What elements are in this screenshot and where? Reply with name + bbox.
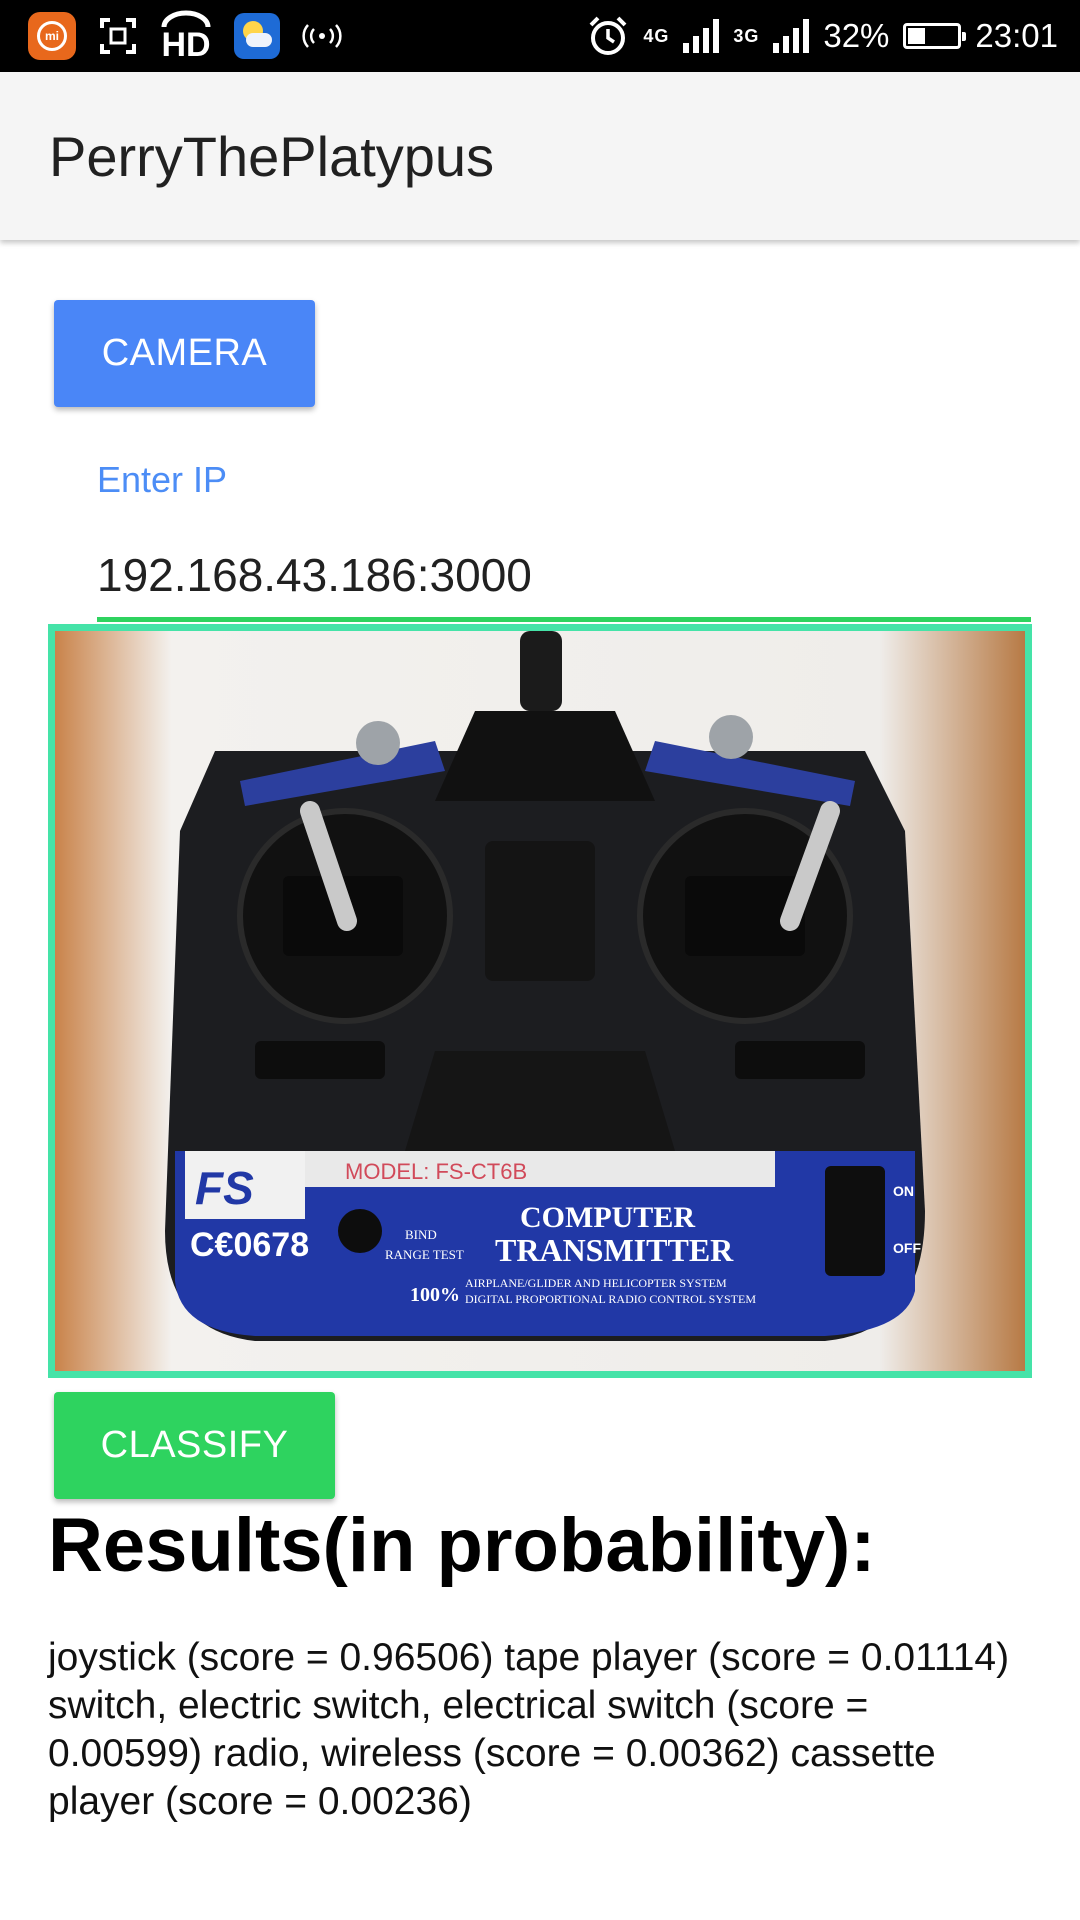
battery-fill: [908, 28, 926, 44]
signal-icon: [773, 19, 810, 53]
photo-percent-text: 100%: [410, 1284, 460, 1306]
photo-brand-text: FS: [195, 1162, 254, 1214]
photo-system-line1: AIRPLANE/GLIDER AND HELICOPTER SYSTEM: [465, 1276, 727, 1290]
status-bar-left: mi HD: [28, 10, 342, 62]
hd-label: HD: [161, 26, 211, 64]
photo-title-line2: TRANSMITTER: [495, 1232, 734, 1268]
photo-bind-text: BIND: [405, 1227, 437, 1242]
captured-image: FS MODEL: FS-CT6B C€0678 BIND RANGE TEST…: [48, 624, 1032, 1378]
battery-icon: [903, 23, 967, 49]
photo-ce-text: C€0678: [190, 1226, 309, 1264]
hotspot-icon: [302, 24, 342, 48]
hd-voice-icon: HD: [160, 10, 212, 62]
photo-model-text: MODEL: FS-CT6B: [345, 1159, 527, 1184]
network-3g-label: 3G: [733, 25, 760, 46]
mi-app-icon: mi: [28, 12, 76, 60]
status-bar-right: 4G 3G 32% 23:01: [587, 10, 1058, 62]
ip-input-underline: [97, 617, 1031, 622]
photo-on-text: ON: [893, 1183, 914, 1199]
screenshot-icon: [100, 18, 136, 54]
alarm-icon: [589, 16, 627, 55]
classify-button[interactable]: CLASSIFY: [54, 1392, 335, 1499]
photo-title-line1: COMPUTER: [520, 1201, 695, 1234]
status-bar: mi HD 4G 3G 32% 23:01: [0, 0, 1080, 72]
photo-range-text: RANGE TEST: [385, 1247, 464, 1262]
camera-button[interactable]: CAMERA: [54, 300, 315, 407]
signal-icon: [683, 19, 720, 53]
ip-field-label: Enter IP: [97, 459, 228, 500]
photo-system-line2: DIGITAL PROPORTIONAL RADIO CONTROL SYSTE…: [465, 1292, 756, 1306]
battery-percent: 32%: [823, 17, 890, 54]
weather-icon: [234, 13, 280, 59]
ip-input[interactable]: [97, 535, 1031, 615]
app-bar: PerryThePlatypus: [0, 72, 1080, 240]
results-text: joystick (score = 0.96506) tape player (…: [48, 1636, 1010, 1823]
photo-off-text: OFF: [893, 1240, 921, 1256]
transmitter-photo: FS MODEL: FS-CT6B C€0678 BIND RANGE TEST…: [55, 631, 1025, 1371]
network-4g-label: 4G: [643, 25, 670, 46]
app-title: PerryThePlatypus: [49, 125, 495, 188]
clock: 23:01: [975, 17, 1058, 54]
results-heading: Results(in probability):: [48, 1503, 876, 1588]
